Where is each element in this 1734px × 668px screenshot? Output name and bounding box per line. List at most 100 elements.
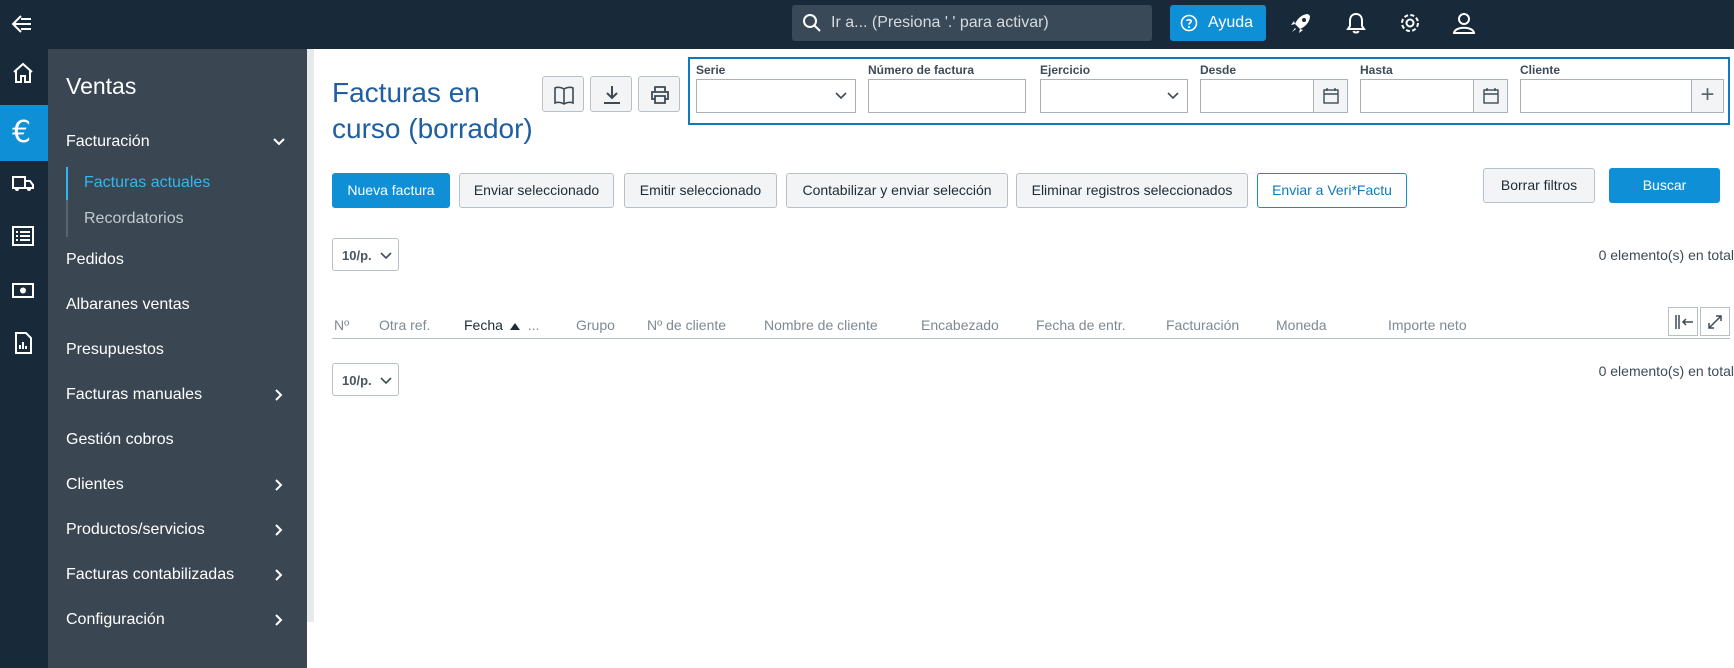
column-header[interactable]: Grupo — [576, 317, 615, 333]
sidebar-item-label: Presupuestos — [66, 341, 164, 358]
gear-icon[interactable] — [1397, 10, 1423, 36]
column-header[interactable]: Facturación — [1166, 317, 1239, 333]
sidebar-item-label: Facturas contabilizadas — [66, 566, 235, 583]
sidebar-subitem-recordatorios[interactable]: Recordatorios — [84, 210, 184, 228]
add-client-button[interactable]: + — [1691, 80, 1723, 112]
new-invoice-button[interactable]: Nueva factura — [332, 173, 450, 208]
sidebar-item-albaranes[interactable]: Albaranes ventas — [66, 290, 291, 320]
expand-table-button[interactable] — [1700, 307, 1730, 336]
help-icon — [1180, 14, 1198, 32]
table-header: Nº Otra ref. Fecha ... Grupo Nº de clien… — [332, 306, 1730, 339]
icon-rail: € — [0, 49, 48, 668]
bell-icon[interactable] — [1343, 10, 1369, 36]
column-header[interactable]: Otra ref. — [379, 317, 430, 333]
module-title: Ventas — [66, 73, 137, 99]
cliente-input[interactable]: + — [1520, 79, 1724, 113]
filter-label: Ejercicio — [1040, 63, 1091, 77]
user-icon[interactable] — [1451, 10, 1477, 36]
sidebar-item-facturas-contabilizadas[interactable]: Facturas contabilizadas — [66, 560, 291, 590]
sidebar-item-label: Facturas manuales — [66, 386, 203, 403]
columns-collapse-icon — [1675, 315, 1693, 329]
search-button[interactable]: Buscar — [1609, 168, 1720, 203]
account-send-button[interactable]: Contabilizar y enviar selección — [786, 173, 1008, 208]
download-icon — [604, 86, 620, 104]
download-button[interactable] — [590, 76, 632, 112]
page-size-select[interactable]: 10/p. — [332, 238, 399, 271]
desde-input[interactable] — [1200, 79, 1348, 113]
cash-icon[interactable] — [0, 266, 48, 314]
sort-asc-icon — [509, 323, 520, 330]
column-settings-button[interactable] — [1668, 307, 1698, 336]
page-size-select-bottom[interactable]: 10/p. — [332, 363, 399, 396]
expand-icon — [1708, 315, 1722, 329]
filter-cliente: Cliente + — [1520, 63, 1724, 113]
search-box[interactable]: Ir a... (Presiona '.' para activar) — [792, 5, 1152, 41]
calendar-button[interactable] — [1313, 80, 1347, 112]
rocket-icon[interactable] — [1288, 10, 1314, 36]
sidebar-item-facturacion[interactable]: Facturación — [66, 127, 291, 157]
search-icon — [803, 14, 821, 32]
chevron-right-icon — [275, 614, 283, 626]
ejercicio-select[interactable] — [1040, 79, 1188, 113]
print-button[interactable] — [638, 76, 680, 112]
chevron-right-icon — [275, 524, 283, 536]
sidebar-item-gestion-cobros[interactable]: Gestión cobros — [66, 425, 291, 455]
column-header[interactable]: Nº — [334, 317, 349, 333]
calendar-icon — [1323, 88, 1339, 104]
column-header[interactable]: Importe neto — [1388, 317, 1467, 333]
sidebar-item-configuracion[interactable]: Configuración — [66, 605, 291, 635]
clear-filters-button[interactable]: Borrar filtros — [1483, 168, 1595, 203]
total-count: 0 elemento(s) en total — [1598, 247, 1734, 263]
euro-icon[interactable]: € — [0, 105, 48, 161]
sidebar-item-productos[interactable]: Productos/servicios — [66, 515, 291, 545]
top-bar: Ir a... (Presiona '.' para activar) Ayud… — [0, 0, 1734, 49]
chevron-right-icon — [275, 479, 283, 491]
page-title: Facturas en curso (borrador) — [332, 77, 533, 144]
filter-hasta: Hasta — [1360, 63, 1508, 113]
column-header[interactable]: Encabezado — [921, 317, 999, 333]
chevron-down-icon — [380, 252, 392, 260]
send-selected-button[interactable]: Enviar seleccionado — [459, 173, 614, 208]
filter-label: Cliente — [1520, 63, 1561, 77]
sidebar-item-clientes[interactable]: Clientes — [66, 470, 291, 500]
sidenav-scrollbar[interactable] — [307, 49, 314, 622]
page-size-label: 10/p. — [342, 373, 372, 388]
issue-selected-button[interactable]: Emitir seleccionado — [624, 173, 777, 208]
delete-selected-button[interactable]: Eliminar registros seleccionados — [1016, 173, 1248, 208]
sidebar-item-label: Facturación — [66, 133, 150, 150]
filter-ejercicio: Ejercicio — [1040, 63, 1188, 113]
list-icon[interactable] — [0, 212, 48, 260]
column-header[interactable]: Nº de cliente — [647, 317, 726, 333]
truck-icon[interactable] — [0, 159, 48, 207]
column-more: ... — [527, 317, 540, 333]
column-header[interactable]: Fecha de entr. — [1036, 317, 1126, 333]
sidebar-item-facturas-manuales[interactable]: Facturas manuales — [66, 380, 291, 410]
send-verifactu-button[interactable]: Enviar a Veri*Factu — [1257, 173, 1407, 208]
sidebar-item-pedidos[interactable]: Pedidos — [66, 245, 291, 275]
calendar-icon — [1483, 88, 1499, 104]
collapse-menu-icon[interactable] — [9, 11, 35, 37]
calendar-button[interactable] — [1473, 80, 1507, 112]
numero-input[interactable] — [868, 79, 1026, 113]
sidebar-item-presupuestos[interactable]: Presupuestos — [66, 335, 291, 365]
side-nav: Ventas Facturación Facturas actuales Rec… — [48, 49, 307, 668]
home-icon[interactable] — [0, 49, 48, 97]
help-book-button[interactable] — [542, 76, 584, 112]
submenu-active-indicator — [66, 167, 68, 200]
filter-label: Hasta — [1360, 63, 1393, 77]
chevron-down-icon — [273, 138, 285, 146]
column-header[interactable]: Moneda — [1276, 317, 1327, 333]
hasta-input[interactable] — [1360, 79, 1508, 113]
chevron-down-icon — [1167, 92, 1179, 100]
sidebar-subitem-facturas-actuales[interactable]: Facturas actuales — [84, 174, 210, 192]
main-content: Facturas en curso (borrador) Serie Númer… — [314, 49, 1734, 668]
filter-serie: Serie — [696, 63, 856, 113]
report-icon[interactable] — [0, 319, 48, 367]
serie-select[interactable] — [696, 79, 856, 113]
help-button[interactable]: Ayuda — [1170, 5, 1266, 41]
column-header[interactable]: Nombre de cliente — [764, 317, 878, 333]
filter-label: Desde — [1200, 63, 1237, 77]
total-count-bottom: 0 elemento(s) en total — [1598, 363, 1734, 379]
chevron-right-icon — [275, 389, 283, 401]
column-header-sorted[interactable]: Fecha ... — [464, 317, 539, 333]
